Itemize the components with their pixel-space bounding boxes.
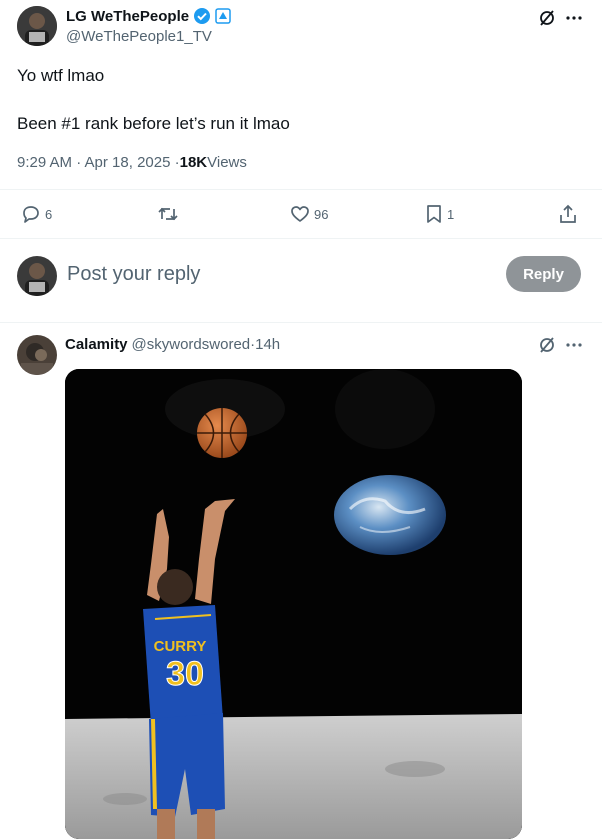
- reply-author-name[interactable]: Calamity: [65, 336, 128, 353]
- current-user-avatar[interactable]: [17, 256, 57, 296]
- reply-action[interactable]: 6: [21, 204, 52, 224]
- reply-media-image[interactable]: CURRY 30: [65, 369, 522, 839]
- reply-input[interactable]: Post your reply: [67, 263, 200, 286]
- main-author-avatar[interactable]: [17, 6, 57, 46]
- reply-author-avatar[interactable]: [17, 335, 57, 375]
- post-meta: 9:29 AM · Apr 18, 2025 · 18K Views: [17, 154, 247, 171]
- like-count: 96: [314, 206, 329, 222]
- clipped-top-strip: [66, 0, 276, 2]
- repost-action[interactable]: [157, 204, 179, 224]
- more-icon[interactable]: [563, 7, 585, 29]
- reply-count: 6: [45, 206, 53, 222]
- divider: [0, 322, 602, 323]
- bookmark-icon: [425, 204, 443, 224]
- main-author-handle[interactable]: @WeThePeople1_TV: [66, 28, 212, 45]
- reply-timestamp[interactable]: 14h: [255, 336, 280, 353]
- like-action[interactable]: 96: [290, 204, 328, 224]
- jersey-name: CURRY: [154, 638, 207, 655]
- verified-badge-icon: [193, 7, 211, 25]
- like-icon: [290, 204, 310, 224]
- share-action[interactable]: [558, 204, 578, 224]
- post-text-line-2: Been #1 rank before let’s run it lmao: [17, 114, 290, 133]
- main-author-name[interactable]: LG WeThePeople: [66, 8, 189, 25]
- post-timestamp[interactable]: 9:29 AM · Apr 18, 2025 ·: [17, 154, 180, 171]
- post-text-line-1: Yo wtf lmao: [17, 66, 105, 85]
- reply-author-line: Calamity @skywordswored · 14h: [65, 336, 280, 353]
- share-icon: [558, 204, 578, 224]
- reply-button[interactable]: Reply: [506, 256, 581, 292]
- more-icon[interactable]: [563, 334, 585, 356]
- views-label: Views: [207, 154, 247, 171]
- bookmark-action[interactable]: 1: [425, 204, 454, 224]
- grok-icon[interactable]: [536, 7, 558, 29]
- repost-icon: [157, 204, 179, 224]
- jersey-number: 30: [166, 655, 204, 693]
- grok-icon[interactable]: [536, 334, 558, 356]
- reply-icon: [21, 204, 41, 224]
- views-count: 18K: [179, 154, 208, 171]
- affiliate-badge-icon[interactable]: [215, 8, 231, 24]
- reply-author-handle[interactable]: @skywordswored: [132, 336, 251, 353]
- post-actions: 6 96 1: [0, 189, 602, 239]
- bookmark-count: 1: [447, 206, 455, 222]
- divider: [0, 238, 602, 239]
